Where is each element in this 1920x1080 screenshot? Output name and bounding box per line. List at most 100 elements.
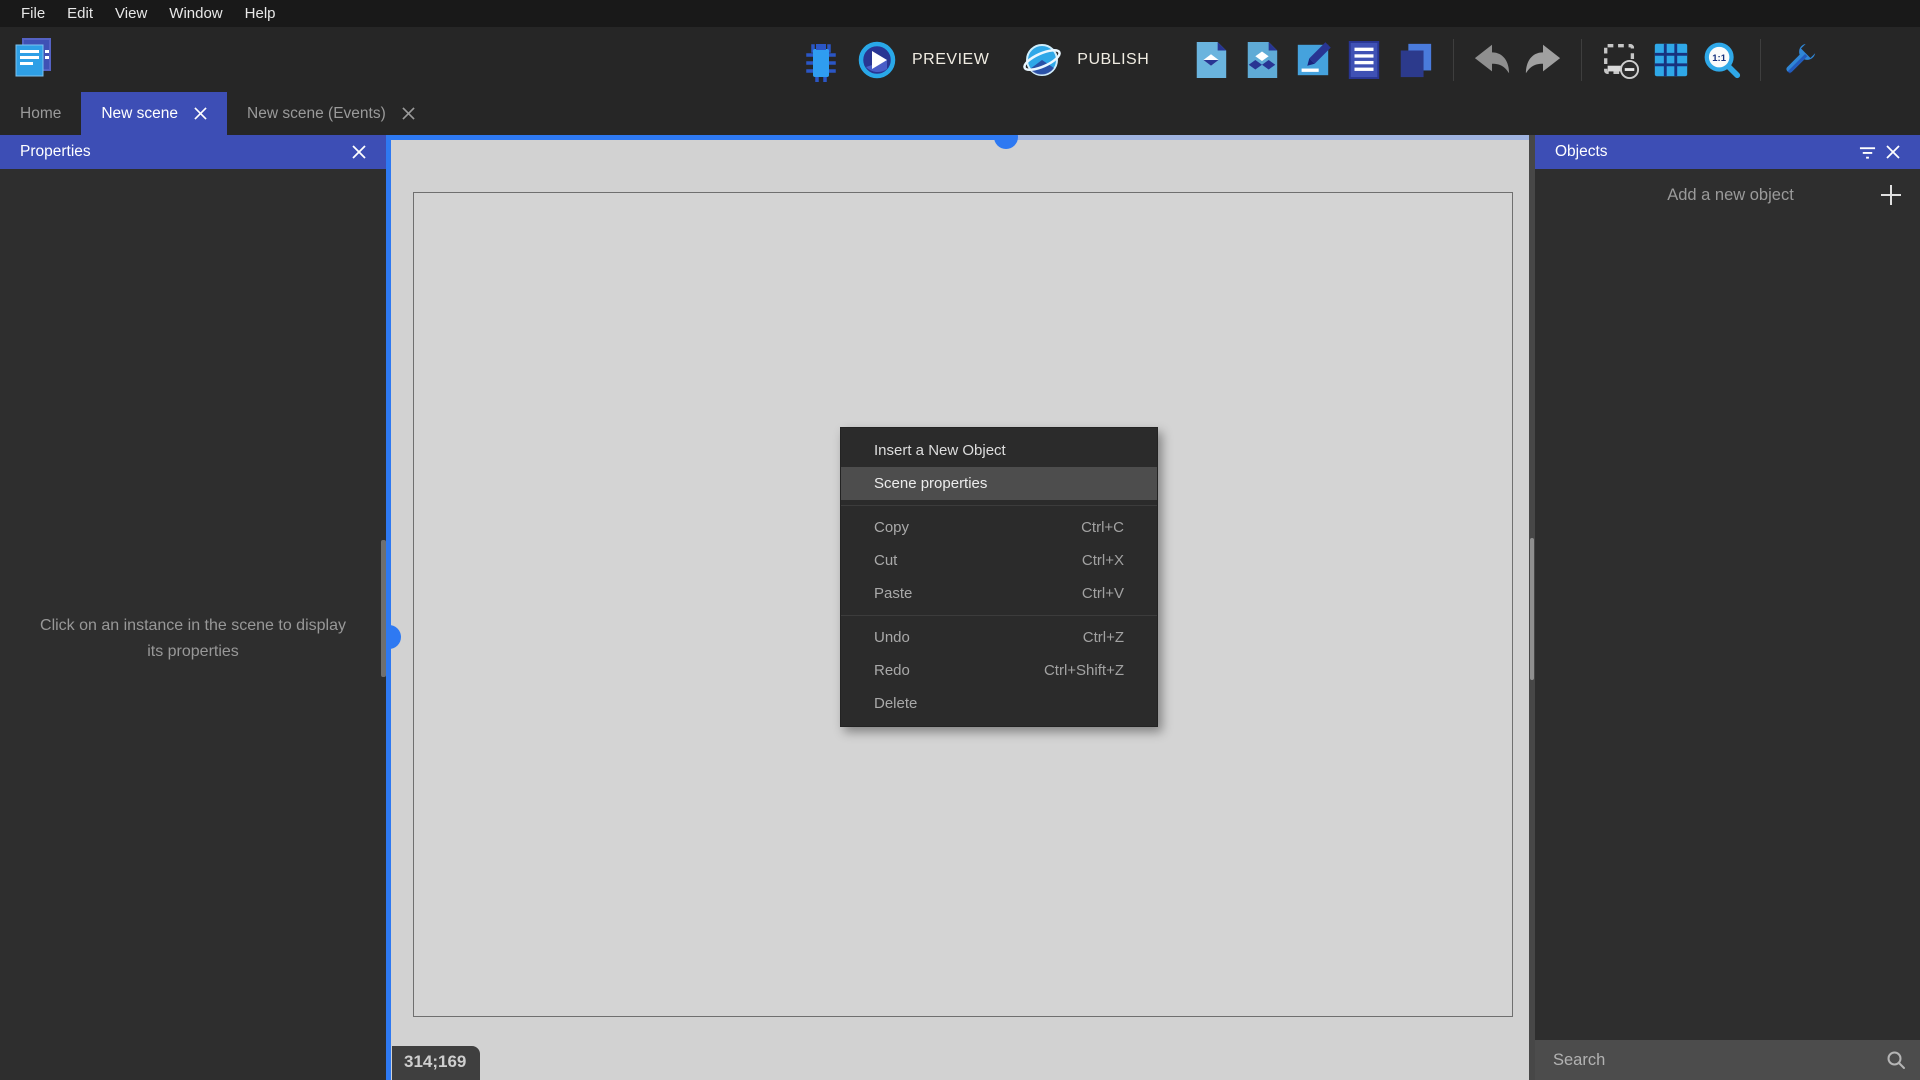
- undo-arrow-icon: [1471, 41, 1513, 79]
- menu-item-shortcut: Ctrl+Z: [1083, 629, 1124, 646]
- close-icon: [1886, 145, 1900, 159]
- context-menu-item-copy[interactable]: Copy Ctrl+C: [841, 511, 1157, 544]
- vertical-scrollbar-thumb[interactable]: [386, 625, 401, 649]
- menu-item-shortcut: Ctrl+V: [1082, 585, 1124, 602]
- grid-icon: [1651, 40, 1691, 80]
- redo-arrow-icon: [1522, 41, 1564, 79]
- undo-button[interactable]: [1471, 38, 1513, 82]
- properties-panel: Properties Click on an instance in the s…: [0, 135, 386, 1080]
- debugger-button[interactable]: [800, 38, 842, 82]
- context-menu-item-paste[interactable]: Paste Ctrl+V: [841, 577, 1157, 610]
- menu-item-label: Undo: [874, 629, 1083, 646]
- publish-globe-icon: [1021, 39, 1063, 81]
- tab-new-scene-events-label: New scene (Events): [247, 105, 386, 123]
- horizontal-scrollbar-thumb[interactable]: [994, 135, 1018, 149]
- open-object-groups-button[interactable]: [1241, 38, 1283, 82]
- close-objects-button[interactable]: [1880, 139, 1906, 165]
- context-menu-item-delete[interactable]: Delete: [841, 687, 1157, 720]
- publish-label[interactable]: PUBLISH: [1077, 51, 1149, 69]
- tab-home-label: Home: [20, 105, 61, 123]
- context-menu-item-cut[interactable]: Cut Ctrl+X: [841, 544, 1157, 577]
- tab-new-scene[interactable]: New scene: [81, 92, 227, 135]
- tab-new-scene-events[interactable]: New scene (Events): [227, 92, 435, 135]
- tab-bar: Home New scene New scene (Events): [0, 92, 1920, 135]
- svg-text:1:1: 1:1: [1712, 52, 1726, 63]
- toolbar-right: 1:1: [1190, 27, 1820, 92]
- vertical-scrollbar-fill[interactable]: [386, 135, 391, 1080]
- menu-item-label: Cut: [874, 552, 1082, 569]
- menu-item-label: Paste: [874, 585, 1082, 602]
- open-objects-editor-button[interactable]: [1190, 38, 1232, 82]
- open-instances-list-button[interactable]: [1343, 38, 1385, 82]
- context-menu-item-scene-properties[interactable]: Scene properties: [841, 467, 1157, 500]
- play-preview-icon: [857, 40, 897, 80]
- preview-button[interactable]: [856, 38, 898, 82]
- menu-item-label: Redo: [874, 662, 1044, 679]
- filter-objects-button[interactable]: [1854, 139, 1880, 165]
- menu-bar: File Edit View Window Help: [0, 0, 1920, 27]
- menu-view[interactable]: View: [104, 0, 158, 27]
- project-manager-button[interactable]: [12, 35, 54, 79]
- object-groups-doc-icon: [1243, 39, 1281, 81]
- horizontal-scrollbar-fill[interactable]: [386, 135, 1006, 140]
- menu-file[interactable]: File: [10, 0, 56, 27]
- zoom-original-button[interactable]: 1:1: [1701, 38, 1743, 82]
- menu-help[interactable]: Help: [234, 0, 287, 27]
- preview-label[interactable]: PREVIEW: [912, 51, 989, 69]
- toolbar-separator: [1760, 39, 1761, 81]
- selection-remove-icon: [1600, 40, 1640, 80]
- menu-item-label: Copy: [874, 519, 1081, 536]
- menu-window[interactable]: Window: [158, 0, 233, 27]
- open-properties-panel-button[interactable]: [1292, 38, 1334, 82]
- plus-icon: [1880, 184, 1902, 206]
- menu-item-label: Delete: [874, 695, 1124, 712]
- add-new-object-label: Add a new object: [1553, 186, 1880, 205]
- search-icon: [1886, 1050, 1906, 1070]
- instances-list-icon: [1345, 39, 1383, 81]
- objects-panel-title: Objects: [1555, 143, 1854, 161]
- toggle-grid-button[interactable]: [1650, 38, 1692, 82]
- bug-icon: [800, 38, 842, 82]
- project-manager-icon: [10, 34, 56, 80]
- scene-settings-button[interactable]: [1778, 38, 1820, 82]
- tab-home[interactable]: Home: [0, 92, 81, 135]
- context-menu-separator: [841, 505, 1157, 506]
- menu-item-label: Insert a New Object: [874, 442, 1124, 459]
- context-menu-item-undo[interactable]: Undo Ctrl+Z: [841, 621, 1157, 654]
- horizontal-scrollbar-track[interactable]: [1006, 135, 1529, 140]
- divider-scrollbar-thumb[interactable]: [1530, 538, 1534, 680]
- tab-new-scene-label: New scene: [101, 105, 178, 123]
- context-menu-item-redo[interactable]: Redo Ctrl+Shift+Z: [841, 654, 1157, 687]
- close-tab-icon[interactable]: [402, 107, 415, 120]
- toolbar-separator: [1581, 39, 1582, 81]
- properties-pencil-icon: [1294, 39, 1332, 81]
- filter-icon: [1859, 145, 1876, 159]
- cursor-coordinates-badge: 314;169: [392, 1046, 480, 1080]
- redo-button[interactable]: [1522, 38, 1564, 82]
- objects-panel-header: Objects: [1535, 135, 1920, 169]
- scene-canvas[interactable]: Insert a New Object Scene properties Cop…: [386, 135, 1529, 1080]
- close-icon: [352, 145, 366, 159]
- wrench-icon: [1779, 40, 1819, 80]
- close-properties-button[interactable]: [346, 139, 372, 165]
- publish-button[interactable]: [1021, 38, 1063, 82]
- objects-panel: Objects Add a new object: [1535, 135, 1920, 1080]
- menu-item-shortcut: Ctrl+Shift+Z: [1044, 662, 1124, 679]
- objects-search-input[interactable]: [1553, 1051, 1886, 1070]
- add-new-object-button[interactable]: Add a new object: [1535, 169, 1920, 221]
- close-tab-icon[interactable]: [194, 107, 207, 120]
- open-layers-panel-button[interactable]: [1394, 38, 1436, 82]
- context-menu-item-insert-object[interactable]: Insert a New Object: [841, 434, 1157, 467]
- objects-doc-icon: [1192, 39, 1230, 81]
- clear-selection-button[interactable]: [1599, 38, 1641, 82]
- properties-panel-title: Properties: [20, 143, 346, 161]
- context-menu: Insert a New Object Scene properties Cop…: [840, 427, 1158, 727]
- objects-search-bar: [1535, 1040, 1920, 1080]
- zoom-1-1-icon: 1:1: [1702, 40, 1742, 80]
- menu-item-shortcut: Ctrl+C: [1081, 519, 1124, 536]
- main-area: Properties Click on an instance in the s…: [0, 135, 1920, 1080]
- properties-hint-text: Click on an instance in the scene to dis…: [38, 613, 348, 666]
- menu-item-label: Scene properties: [874, 475, 1124, 492]
- menu-edit[interactable]: Edit: [56, 0, 104, 27]
- properties-panel-header: Properties: [0, 135, 386, 169]
